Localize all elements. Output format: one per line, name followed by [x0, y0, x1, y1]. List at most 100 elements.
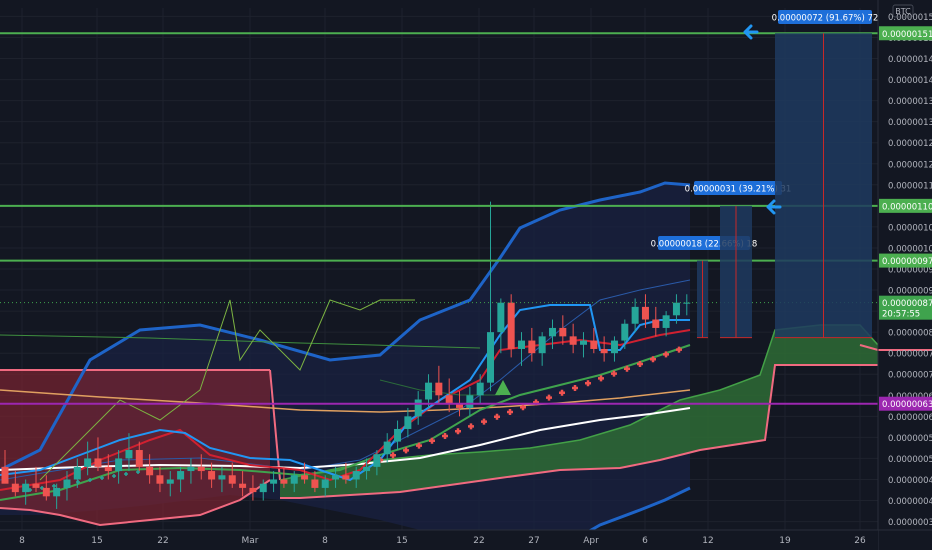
candle-body[interactable] — [259, 483, 267, 493]
candle-body[interactable] — [104, 466, 112, 472]
candle-body[interactable] — [652, 319, 660, 328]
candle-body[interactable] — [662, 315, 670, 328]
candle-body[interactable] — [631, 306, 639, 324]
y-tick-label: 0.00000075 — [888, 350, 932, 360]
candle-body[interactable] — [280, 479, 288, 484]
candle-body[interactable] — [538, 336, 546, 354]
candle-body[interactable] — [672, 302, 680, 316]
candle-body[interactable] — [73, 466, 81, 480]
level-price-label: 0.00000063 — [882, 400, 932, 410]
x-tick-label: 15 — [396, 536, 407, 546]
candle-body[interactable] — [84, 458, 92, 467]
candle-body[interactable] — [187, 466, 195, 472]
candle-body[interactable] — [476, 382, 484, 396]
y-tick-label: 0.00000105 — [888, 223, 932, 233]
candle-body[interactable] — [32, 483, 40, 488]
candle-body[interactable] — [135, 450, 143, 467]
candle-body[interactable] — [301, 475, 309, 480]
candle-body[interactable] — [600, 348, 608, 354]
x-tick-label: Mar — [242, 536, 259, 546]
level-price-label: 0.00000151 — [882, 30, 932, 40]
candle-body[interactable] — [177, 471, 185, 480]
candle-body[interactable] — [228, 475, 236, 484]
candle-body[interactable] — [569, 336, 577, 345]
y-tick-label: 0.00000070 — [888, 371, 932, 381]
candle-body[interactable] — [621, 323, 629, 341]
candle-body[interactable] — [559, 327, 567, 337]
x-tick-label: 8 — [19, 536, 25, 546]
candle-body[interactable] — [115, 458, 123, 472]
candle-body[interactable] — [332, 475, 340, 480]
candle-body[interactable] — [125, 450, 133, 459]
candle-body[interactable] — [528, 340, 536, 354]
candle-body[interactable] — [445, 395, 453, 404]
candle-body[interactable] — [548, 327, 556, 337]
x-tick-label: Apr — [583, 536, 599, 546]
y-tick-label: 0.00000050 — [888, 455, 932, 465]
current-price-label: 0.00000087 — [882, 299, 932, 309]
candle-body[interactable] — [507, 302, 515, 349]
y-tick-label: 0.00000090 — [888, 287, 932, 297]
candle-body[interactable] — [466, 395, 474, 408]
candle-body[interactable] — [63, 479, 71, 488]
y-tick-label: 0.00000100 — [888, 244, 932, 254]
countdown-label: 20:57:55 — [882, 310, 920, 320]
candle-body[interactable] — [166, 479, 174, 484]
time-axis-bg — [0, 530, 878, 550]
candle-body[interactable] — [425, 382, 433, 400]
candle-body[interactable] — [218, 475, 226, 480]
candle-body[interactable] — [414, 399, 422, 417]
price-chart[interactable]: 0.00000018 (22.66%) 180.00000031 (39.21%… — [0, 0, 932, 550]
candle-body[interactable] — [53, 487, 61, 497]
candle-body[interactable] — [610, 340, 618, 354]
candle-body[interactable] — [321, 479, 329, 488]
candle-body[interactable] — [311, 479, 319, 488]
candle-body[interactable] — [1, 466, 9, 484]
candle-body[interactable] — [342, 475, 350, 480]
x-tick-label: 22 — [157, 536, 168, 546]
candle-body[interactable] — [156, 475, 164, 484]
candle-body[interactable] — [197, 466, 205, 472]
candle-body[interactable] — [352, 471, 360, 480]
candle-body[interactable] — [579, 340, 587, 345]
y-tick-label: 0.00000120 — [888, 160, 932, 170]
candle-body[interactable] — [590, 340, 598, 349]
candle-body[interactable] — [641, 306, 649, 320]
y-tick-label: 0.00000135 — [888, 97, 932, 107]
candle-body[interactable] — [383, 441, 391, 455]
x-tick-label: 15 — [91, 536, 102, 546]
y-tick-label: 0.00000040 — [888, 497, 932, 507]
candle-body[interactable] — [42, 487, 50, 497]
currency-label: BTC — [895, 7, 911, 16]
x-tick-label: 12 — [702, 536, 713, 546]
x-tick-label: 27 — [528, 536, 539, 546]
candle-body[interactable] — [373, 454, 381, 467]
candle-body[interactable] — [239, 483, 247, 488]
y-tick-label: 0.00000055 — [888, 434, 932, 444]
candle-body[interactable] — [208, 471, 216, 480]
candle-body[interactable] — [518, 340, 525, 349]
candle-body[interactable] — [270, 479, 278, 484]
level-price-label: 0.00000110 — [882, 202, 932, 212]
candle-body[interactable] — [435, 382, 443, 396]
candle-body[interactable] — [146, 466, 154, 476]
x-tick-label: 26 — [854, 536, 866, 546]
candle-body[interactable] — [94, 458, 102, 467]
candle-body[interactable] — [22, 483, 30, 493]
candle-body[interactable] — [394, 428, 402, 442]
y-tick-label: 0.00000080 — [888, 329, 932, 339]
candle-body[interactable] — [497, 302, 505, 333]
x-tick-label: 22 — [473, 536, 484, 546]
y-tick-label: 0.00000115 — [888, 181, 932, 191]
y-tick-label: 0.00000125 — [888, 139, 932, 149]
candle-body[interactable] — [363, 466, 371, 472]
candle-body[interactable] — [290, 475, 298, 484]
candle-body[interactable] — [487, 332, 495, 383]
level-price-label: 0.00000097 — [882, 257, 932, 267]
target-label: 0.00000072 (91.67%) 72 — [772, 14, 879, 24]
candle-body[interactable] — [11, 483, 19, 493]
candle-body[interactable] — [249, 487, 257, 493]
candle-body[interactable] — [404, 416, 412, 429]
x-tick-label: 8 — [322, 536, 328, 546]
y-tick-label: 0.00000045 — [888, 476, 932, 486]
